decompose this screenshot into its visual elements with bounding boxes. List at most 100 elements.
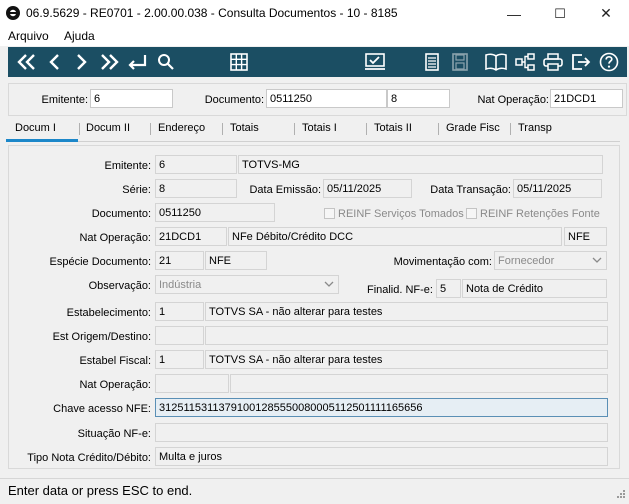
reinf-retencoes-checkbox[interactable]: [466, 208, 477, 219]
est-origem-desc-field[interactable]: [205, 326, 608, 345]
especie-desc-field[interactable]: NFE: [205, 251, 267, 270]
list-icon: [425, 53, 439, 71]
save-icon: [452, 53, 468, 71]
serie-field[interactable]: 8: [155, 179, 237, 198]
chevron-down-icon: [592, 257, 602, 263]
estabel-fiscal-code-field[interactable]: 1: [155, 350, 204, 369]
tab-totais-ii[interactable]: Totais II: [374, 122, 412, 134]
tab-endereco[interactable]: Endereço: [158, 122, 205, 134]
data-transacao-label: Data Transação:: [430, 184, 511, 196]
menu-ajuda[interactable]: Ajuda: [64, 29, 95, 43]
movimentacao-label: Movimentação com:: [393, 256, 492, 268]
movimentacao-select[interactable]: Fornecedor: [494, 251, 607, 270]
observacao-label: Observação:: [88, 280, 151, 292]
header-documento-label: Documento:: [204, 94, 264, 106]
nat-operacao-type-field[interactable]: NFE: [564, 227, 607, 246]
situacao-nfe-label: Situação NF-e:: [77, 428, 151, 440]
tab-separator: [79, 123, 80, 135]
tree-button[interactable]: [512, 47, 538, 77]
nat-operacao-2-code-field[interactable]: [155, 374, 229, 393]
tab-separator: [366, 123, 367, 135]
est-origem-destino-label: Est Origem/Destino:: [52, 331, 151, 343]
data-emissao-field[interactable]: 05/11/2025: [323, 179, 412, 198]
close-button[interactable]: ✕: [583, 0, 629, 27]
help-button[interactable]: [596, 47, 622, 77]
grid-button[interactable]: [226, 47, 252, 77]
tab-docum-i[interactable]: Docum I: [15, 122, 56, 134]
estabel-fiscal-desc-field[interactable]: TOTVS SA - não alterar para testes: [205, 350, 608, 369]
reinf-servicos-checkbox[interactable]: [324, 208, 335, 219]
active-tab-indicator: [6, 139, 78, 142]
tab-separator: [222, 123, 223, 135]
estabel-fiscal-label: Estabel Fiscal:: [79, 355, 151, 367]
list-button[interactable]: [420, 47, 444, 77]
tab-totais[interactable]: Totais: [230, 122, 259, 134]
tab-separator: [294, 123, 295, 135]
especie-code-field[interactable]: 21: [155, 251, 204, 270]
finalid-nfe-label: Finalid. NF-e:: [366, 284, 433, 296]
print-button[interactable]: [540, 47, 566, 77]
approve-button[interactable]: [362, 47, 388, 77]
header-serie-field[interactable]: 8: [387, 89, 450, 108]
header-documento-field[interactable]: 0511250: [266, 89, 387, 108]
observacao-value: Indústria: [159, 279, 202, 291]
search-icon: [158, 54, 174, 70]
estabelecimento-desc-field[interactable]: TOTVS SA - não alterar para testes: [205, 302, 608, 321]
tab-grade-fisc[interactable]: Grade Fisc: [446, 122, 500, 134]
documento-field[interactable]: 0511250: [155, 203, 275, 222]
data-emissao-label: Data Emissão:: [249, 184, 321, 196]
data-transacao-field[interactable]: 05/11/2025: [513, 179, 602, 198]
finalid-desc-field[interactable]: Nota de Crédito: [462, 279, 607, 298]
return-button[interactable]: [124, 47, 150, 77]
last-icon: [101, 54, 119, 70]
tab-docum-ii[interactable]: Docum II: [86, 122, 130, 134]
est-origem-code-field[interactable]: [155, 326, 204, 345]
tab-transp[interactable]: Transp: [518, 122, 552, 134]
print-icon: [543, 53, 563, 71]
grid-icon: [230, 53, 248, 71]
chevron-down-icon: [324, 281, 334, 287]
minimize-button[interactable]: —: [491, 0, 537, 27]
reinf-retencoes-label: REINF Retenções Fonte: [480, 208, 600, 220]
header-emitente-field[interactable]: 6: [90, 89, 173, 108]
exit-button[interactable]: [568, 47, 594, 77]
last-record-button[interactable]: [96, 47, 122, 77]
nat-operacao-desc-field[interactable]: NFe Débito/Crédito DCC: [228, 227, 562, 246]
tab-separator: [438, 123, 439, 135]
emitente-name-field[interactable]: TOTVS-MG: [238, 155, 603, 174]
emitente-code-field[interactable]: 6: [155, 155, 237, 174]
emitente-label: Emitente:: [104, 160, 151, 172]
menu-arquivo[interactable]: Arquivo: [8, 29, 49, 43]
first-record-button[interactable]: [14, 47, 40, 77]
nat-operacao-label: Nat Operação:: [79, 232, 151, 244]
tab-totais-i[interactable]: Totais I: [302, 122, 337, 134]
next-record-button[interactable]: [68, 47, 94, 77]
especie-documento-label: Espécie Documento:: [49, 256, 152, 268]
header-nat-operacao-field[interactable]: 21DCD1: [550, 89, 623, 108]
header-emitente-label: Emitente:: [41, 94, 88, 106]
nat-operacao-2-desc-field[interactable]: [230, 374, 608, 393]
maximize-button[interactable]: ☐: [537, 0, 583, 27]
manual-button[interactable]: [482, 47, 510, 77]
next-icon: [77, 54, 87, 70]
nat-operacao-2-label: Nat Operação:: [79, 379, 151, 391]
documento-label: Documento:: [91, 208, 151, 220]
previous-record-button[interactable]: [42, 47, 68, 77]
header-nat-operacao-label: Nat Operação:: [477, 94, 549, 106]
nat-operacao-code-field[interactable]: 21DCD1: [155, 227, 227, 246]
help-icon: [599, 52, 619, 72]
tipo-nota-field[interactable]: Multa e juros: [155, 447, 608, 466]
observacao-select[interactable]: Indústria: [155, 275, 339, 294]
first-icon: [17, 54, 35, 70]
chave-acesso-field[interactable]: 3125115311379100128555008000511250111116…: [155, 398, 608, 417]
tipo-nota-label: Tipo Nota Crédito/Débito:: [27, 452, 151, 464]
situacao-nfe-field[interactable]: [155, 423, 608, 442]
search-button[interactable]: [154, 47, 178, 77]
tab-separator: [510, 123, 511, 135]
chave-acesso-label: Chave acesso NFE:: [53, 403, 151, 415]
estabelecimento-code-field[interactable]: 1: [155, 302, 204, 321]
movimentacao-value: Fornecedor: [498, 255, 555, 267]
save-button[interactable]: [448, 47, 472, 77]
resize-grip-icon[interactable]: [612, 487, 626, 501]
finalid-code-field[interactable]: 5: [436, 279, 461, 298]
